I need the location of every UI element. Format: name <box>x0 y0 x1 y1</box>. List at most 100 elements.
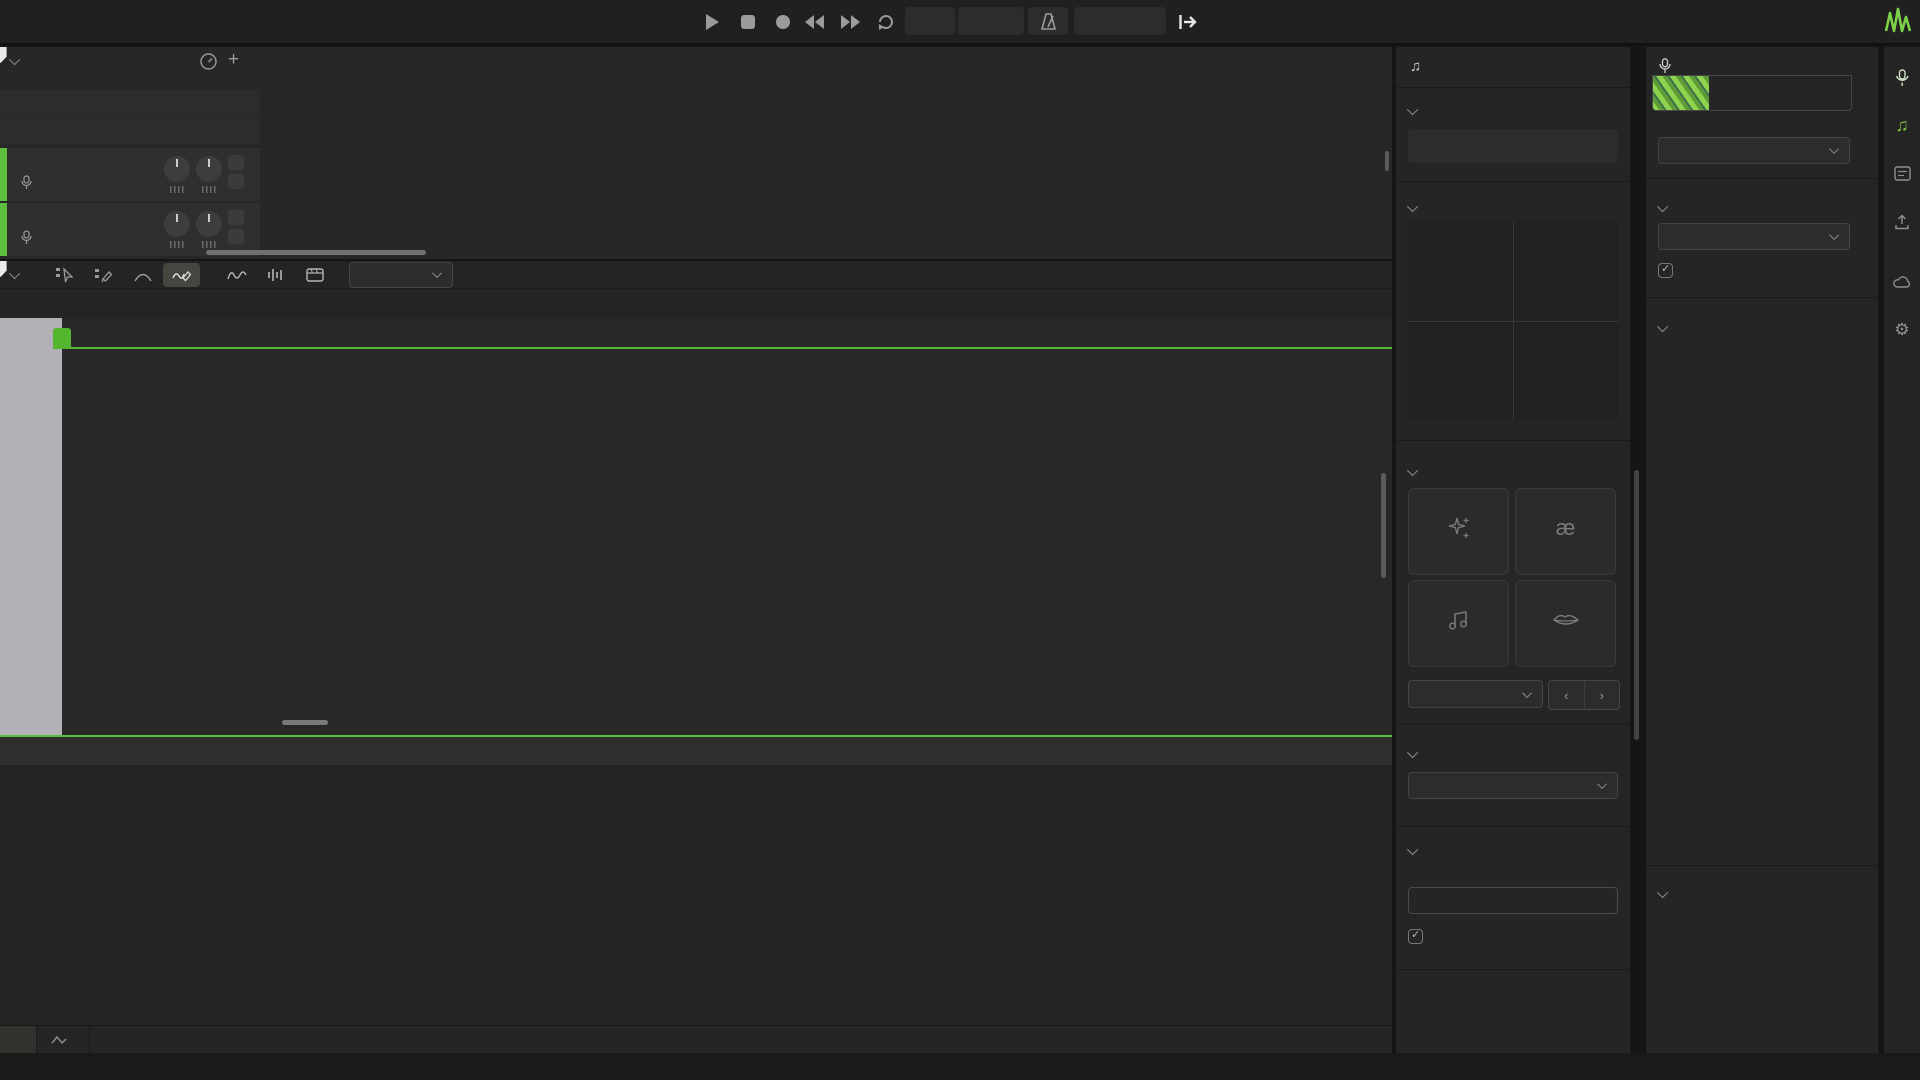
mute-button[interactable] <box>228 155 244 170</box>
arrangement-grid[interactable] <box>262 75 1392 259</box>
voice-mic-icon <box>1659 58 1671 74</box>
pan-knob[interactable] <box>196 156 222 182</box>
arrangement-ruler[interactable] <box>262 47 1392 75</box>
collapse-parameters-icon[interactable] <box>1657 887 1668 898</box>
relaxed-consonants-row <box>1658 263 1682 278</box>
arrangement-hscrollbar[interactable] <box>206 250 426 255</box>
evenly-split-checkbox[interactable] <box>1408 929 1423 944</box>
tab-phoneme-timing[interactable] <box>0 1026 37 1053</box>
mode-segmented-control <box>1408 129 1618 163</box>
volume-knob[interactable] <box>164 211 190 237</box>
voice-selector[interactable] <box>1652 75 1852 111</box>
parameter-lane[interactable] <box>0 765 1392 1025</box>
arrangement-scrollbar[interactable] <box>1385 151 1389 171</box>
note-language-dropdown[interactable] <box>1408 772 1618 799</box>
add-track-button[interactable]: + <box>228 49 239 71</box>
relaxed-consonants-checkbox[interactable] <box>1658 263 1673 278</box>
retake-timing-button[interactable]: æ <box>1515 488 1616 575</box>
evenly-split-checkbox-row <box>1408 929 1432 944</box>
track-lead[interactable] <box>0 148 260 201</box>
rewind-button[interactable] <box>803 10 827 34</box>
retake-select-dropdown[interactable] <box>1408 680 1543 708</box>
pan-knob[interactable] <box>196 211 222 237</box>
retake-prev-button[interactable]: ‹ <box>1549 681 1585 709</box>
retake-timbre-button[interactable] <box>1515 580 1616 667</box>
piano-roll-ruler[interactable] <box>0 289 1392 318</box>
time-signature-display[interactable] <box>905 7 955 35</box>
notes-tab-icon[interactable]: ♫ <box>1893 116 1911 134</box>
voice-panel <box>1646 47 1878 1053</box>
collapse-mode-icon[interactable] <box>1407 104 1418 115</box>
transport-bar <box>0 0 1920 45</box>
expression-pad[interactable] <box>1408 222 1618 420</box>
add-lane-button[interactable] <box>90 1026 122 1053</box>
volume-meter-icon <box>170 241 184 248</box>
pan-meter-icon <box>202 186 216 193</box>
collapse-phonemes-icon[interactable] <box>1407 844 1418 855</box>
vibrato-tool[interactable] <box>218 263 255 287</box>
version-dropdown[interactable] <box>1658 137 1850 164</box>
solo-button[interactable] <box>228 229 244 244</box>
solo-button[interactable] <box>228 174 244 189</box>
collapse-language-icon[interactable] <box>1407 747 1418 758</box>
microphone-icon <box>21 231 32 244</box>
voice-language-dropdown[interactable] <box>1658 223 1850 250</box>
retake-pitch-button[interactable] <box>1408 580 1509 667</box>
volume-knob[interactable] <box>164 156 190 182</box>
retake-film-tool[interactable] <box>296 263 333 287</box>
curve-tool[interactable] <box>124 263 161 287</box>
collapse-expression-icon[interactable] <box>1407 201 1418 212</box>
metronome-button[interactable] <box>1028 7 1068 35</box>
lyrics-tab-icon[interactable] <box>1893 164 1911 182</box>
collapse-arrangement-icon[interactable] <box>9 54 20 65</box>
cloud-icon[interactable] <box>1893 272 1911 290</box>
collapse-voice-language-icon[interactable] <box>1657 201 1668 212</box>
dynamics-tool[interactable] <box>257 263 294 287</box>
tempo-row[interactable] <box>0 118 260 145</box>
track-color-bar <box>0 203 7 256</box>
signature-row[interactable] <box>0 90 260 117</box>
piano-roll-grid[interactable] <box>0 318 1392 735</box>
notes-panel-scrollbar[interactable] <box>1634 470 1639 740</box>
right-icon-sidebar: ♫ ⚙ <box>1884 47 1920 1053</box>
app-window: + <box>0 0 1920 1080</box>
app-logo <box>1884 7 1916 35</box>
pan-meter-icon <box>202 241 216 248</box>
collapse-vocal-mode-icon[interactable] <box>1657 321 1668 332</box>
bottom-strip <box>0 1053 1920 1080</box>
record-button[interactable] <box>771 10 795 34</box>
collapse-piano-roll-icon[interactable] <box>9 267 20 278</box>
select-tool[interactable] <box>46 263 83 287</box>
gauge-icon[interactable] <box>200 53 217 70</box>
play-button[interactable] <box>700 10 724 34</box>
sparkles-icon <box>1446 515 1472 541</box>
export-icon[interactable] <box>1893 213 1911 231</box>
fast-forward-button[interactable] <box>838 10 862 34</box>
settings-gear-icon[interactable]: ⚙ <box>1893 321 1911 339</box>
music-note-icon <box>1447 607 1471 633</box>
draw-note-tool[interactable] <box>85 263 122 287</box>
time-display[interactable] <box>1074 7 1166 35</box>
voice-tab-icon[interactable] <box>1893 69 1911 87</box>
phonemes-input[interactable] <box>1408 887 1618 914</box>
stop-button[interactable] <box>736 10 760 34</box>
grid-size-dropdown[interactable] <box>349 262 453 288</box>
mute-button[interactable] <box>228 210 244 225</box>
microphone-icon <box>21 176 32 189</box>
pitch-pen-tool[interactable] <box>163 263 200 287</box>
retake-next-button[interactable]: › <box>1585 681 1620 709</box>
voice-avatar <box>1653 76 1709 110</box>
notes-icon: ♫ <box>1410 58 1421 75</box>
tempo-display[interactable] <box>958 7 1024 35</box>
loop-button[interactable] <box>874 10 898 34</box>
mode-sing-button[interactable] <box>1408 129 1513 163</box>
mode-rap-button[interactable] <box>1513 129 1618 163</box>
phoneme-strip[interactable] <box>0 735 1392 765</box>
collapse-ai-retakes-icon[interactable] <box>1407 465 1418 476</box>
go-to-end-button[interactable] <box>1176 10 1200 34</box>
track-octave[interactable] <box>0 203 260 256</box>
tab-pitch-deviation[interactable] <box>37 1026 90 1053</box>
arrangement-panel: + <box>0 47 1392 259</box>
retake-all-button[interactable] <box>1408 488 1509 575</box>
retake-nav: ‹ › <box>1548 680 1620 710</box>
